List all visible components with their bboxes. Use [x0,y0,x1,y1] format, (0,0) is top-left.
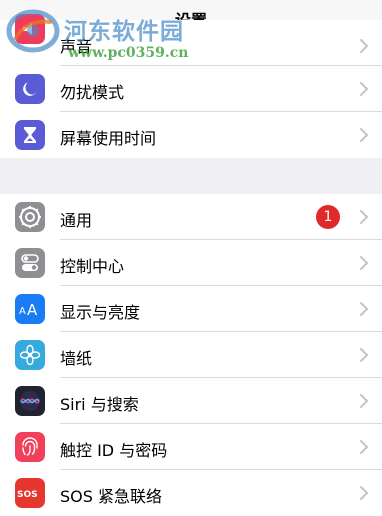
chevron-right-icon [360,440,368,454]
flower-icon [15,340,45,370]
row-display-brightness[interactable]: A A 显示与亮度 [0,286,382,332]
row-general[interactable]: 通用 1 [0,194,382,240]
row-screen-time[interactable]: 屏幕使用时间 [0,112,382,158]
row-label: SOS 紧急联络 [60,487,162,506]
row-label: 屏幕使用时间 [60,129,157,148]
moon-icon [15,74,45,104]
svg-text:SOS: SOS [17,490,38,500]
text-size-icon: A A [15,294,45,324]
row-label: 显示与亮度 [60,303,141,322]
chevron-right-icon [360,302,368,316]
row-label: 控制中心 [60,257,125,276]
gear-icon [15,202,45,232]
toggles-icon [15,248,45,278]
row-touch-id-passcode[interactable]: 触控 ID 与密码 [0,424,382,470]
settings-group-2: 通用 1 控制中心 A A 显示与亮度 墙纸 Siri 与搜索 触控 ID 与密… [0,194,382,516]
chevron-right-icon [360,128,368,142]
section-spacer [0,158,382,194]
chevron-right-icon [360,394,368,408]
svg-text:A: A [27,301,38,319]
chevron-right-icon [360,348,368,362]
chevron-right-icon [360,486,368,500]
row-label: 通用 [60,211,93,230]
siri-icon [15,386,45,416]
chevron-right-icon [360,210,368,224]
row-label: Siri 与搜索 [60,395,139,414]
sound-icon [15,14,45,44]
sos-icon: SOS [15,478,45,508]
row-siri-search[interactable]: Siri 与搜索 [0,378,382,424]
chevron-right-icon [360,82,368,96]
row-label: 墙纸 [60,349,93,368]
svg-text:A: A [19,306,26,317]
settings-group-1: 声音 勿扰模式 屏幕使用时间 [0,14,382,158]
row-control-center[interactable]: 控制中心 [0,240,382,286]
notification-badge: 1 [316,205,340,229]
row-wallpaper[interactable]: 墙纸 [0,332,382,378]
fingerprint-icon [15,432,45,462]
row-label: 声音 [60,37,93,56]
row-sounds[interactable]: 声音 [0,14,382,66]
row-label: 勿扰模式 [60,83,125,102]
row-do-not-disturb[interactable]: 勿扰模式 [0,66,382,112]
row-emergency-sos[interactable]: SOS SOS 紧急联络 [0,470,382,516]
row-label: 触控 ID 与密码 [60,441,168,460]
hourglass-icon [15,120,45,150]
chevron-right-icon [360,39,368,53]
chevron-right-icon [360,256,368,270]
